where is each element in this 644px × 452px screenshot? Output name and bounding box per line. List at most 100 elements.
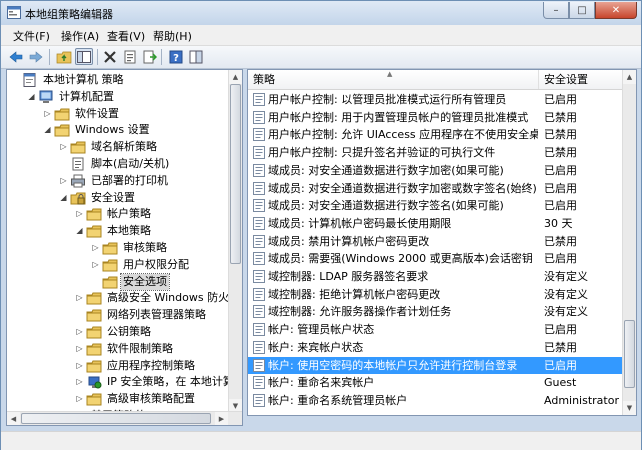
- expand-triangle-icon[interactable]: ▷: [75, 341, 84, 357]
- tree-node-label[interactable]: 审核策略: [121, 240, 169, 256]
- console-tree-pane[interactable]: 本地计算机 策略 ◢ 计算机配置 ▷ 软件设置 ◢ Windows 设置 ▷ 域名解析策略 脚本(…: [6, 69, 243, 426]
- expand-triangle-icon[interactable]: ▷: [75, 324, 84, 340]
- tree-scroll-thumb[interactable]: [230, 84, 241, 264]
- tree-node-label[interactable]: 用户权限分配: [121, 257, 191, 273]
- tree-node-label[interactable]: IP 安全策略，在 本地计算机: [105, 374, 242, 390]
- scroll-left-arrow-icon[interactable]: ◀: [7, 412, 20, 425]
- expand-triangle-icon[interactable]: ▷: [75, 374, 84, 390]
- tree-node-label[interactable]: 高级审核策略配置: [105, 391, 197, 407]
- tree-node[interactable]: ◢ Windows 设置: [43, 122, 152, 138]
- tree-node[interactable]: ▷ 帐户策略: [75, 206, 153, 222]
- expand-triangle-icon[interactable]: ▷: [91, 257, 100, 273]
- minimize-button[interactable]: –: [543, 2, 569, 19]
- policy-row[interactable]: 域控制器: 允许服务器操作者计划任务 没有定义: [248, 303, 624, 320]
- tree-node[interactable]: ◢ 安全设置: [59, 190, 137, 206]
- tree-horizontal-scrollbar[interactable]: ◀ ▶: [7, 411, 242, 425]
- tree-node[interactable]: 安全选项: [91, 272, 170, 291]
- tree-node[interactable]: ▷ 软件设置: [43, 106, 121, 122]
- collapse-triangle-icon[interactable]: ◢: [27, 89, 36, 105]
- policy-row[interactable]: 用户帐户控制: 用于内置管理员帐户的管理员批准模式 已禁用: [248, 109, 624, 126]
- tree-node[interactable]: 本地计算机 策略: [11, 72, 126, 88]
- back-arrow-icon[interactable]: [7, 48, 25, 65]
- tree-node[interactable]: 脚本(启动/关机): [59, 156, 171, 172]
- menu-action[interactable]: 操作(A): [61, 28, 99, 44]
- properties-icon[interactable]: [121, 48, 139, 65]
- up-folder-icon[interactable]: [55, 48, 73, 65]
- tree-node[interactable]: ▷ IP 安全策略，在 本地计算机: [75, 374, 242, 390]
- scroll-up-arrow-icon[interactable]: ▲: [229, 70, 242, 84]
- show-hide-icon[interactable]: [187, 48, 205, 65]
- policy-row[interactable]: 域成员: 对安全通道数据进行数字签名(如果可能) 已启用: [248, 197, 624, 214]
- policy-row[interactable]: 用户帐户控制: 允许 UIAccess 应用程序在不使用安全桌面... 已禁用: [248, 126, 624, 143]
- close-button[interactable]: ✕: [595, 2, 637, 19]
- tree-node[interactable]: ▷ 审核策略: [91, 240, 169, 256]
- tree-node-label[interactable]: 高级安全 Windows 防火墙: [105, 290, 242, 306]
- expand-triangle-icon[interactable]: ▷: [75, 206, 84, 222]
- collapse-triangle-icon[interactable]: ◢: [43, 122, 52, 138]
- tree-node-label[interactable]: 网络列表管理器策略: [105, 307, 208, 323]
- tree-node-label[interactable]: 本地计算机 策略: [41, 72, 126, 88]
- column-header-policy[interactable]: 策略: [248, 70, 539, 89]
- policy-row[interactable]: 域成员: 需要强(Windows 2000 或更高版本)会话密钥 已启用: [248, 250, 624, 267]
- tree-node-label[interactable]: 帐户策略: [105, 206, 153, 222]
- collapse-triangle-icon[interactable]: ◢: [59, 190, 68, 206]
- expand-triangle-icon[interactable]: ▷: [91, 240, 100, 256]
- policy-row[interactable]: 域控制器: LDAP 服务器签名要求 没有定义: [248, 268, 624, 285]
- expand-triangle-icon[interactable]: ▷: [43, 106, 52, 122]
- policy-row[interactable]: 帐户: 使用空密码的本地帐户只允许进行控制台登录 已启用: [248, 356, 624, 374]
- forward-arrow-icon[interactable]: [27, 48, 45, 65]
- delete-icon[interactable]: [101, 48, 119, 65]
- expand-triangle-icon[interactable]: ▷: [59, 173, 68, 189]
- tree-node[interactable]: ▷ 高级安全 Windows 防火墙: [75, 290, 242, 306]
- policy-row[interactable]: 域控制器: 拒绝计算机帐户密码更改 没有定义: [248, 286, 624, 303]
- tree-node-label[interactable]: 应用程序控制策略: [105, 358, 197, 374]
- tree-node-label[interactable]: 已部署的打印机: [89, 173, 170, 189]
- tree-node-label[interactable]: 公钥策略: [105, 324, 153, 340]
- policy-row[interactable]: 域成员: 对安全通道数据进行数字加密(如果可能) 已启用: [248, 162, 624, 179]
- list-scroll-down-arrow-icon[interactable]: ▼: [623, 401, 636, 415]
- policy-row[interactable]: 域成员: 对安全通道数据进行数字加密或数字签名(始终) 已启用: [248, 180, 624, 197]
- expand-triangle-icon[interactable]: ▷: [59, 139, 68, 155]
- policy-row[interactable]: 用户帐户控制: 以管理员批准模式运行所有管理员 已启用: [248, 91, 624, 108]
- column-header-setting[interactable]: 安全设置: [539, 70, 624, 89]
- collapse-triangle-icon[interactable]: ◢: [75, 223, 84, 239]
- help-icon[interactable]: ?: [167, 48, 185, 65]
- tree-node[interactable]: ▷ 软件限制策略: [75, 341, 175, 357]
- tree-node-label[interactable]: 本地策略: [105, 223, 153, 239]
- tree-node-label[interactable]: 安全设置: [89, 190, 137, 206]
- export-icon[interactable]: [141, 48, 159, 65]
- tree-node[interactable]: ▷ 应用程序控制策略: [75, 358, 197, 374]
- tree-node[interactable]: ▷ 公钥策略: [75, 324, 153, 340]
- menu-view[interactable]: 查看(V): [107, 28, 145, 44]
- tree-node-label[interactable]: 域名解析策略: [89, 139, 159, 155]
- policy-row[interactable]: 帐户: 重命名系统管理员帐户 Administrator: [248, 392, 624, 409]
- tree-node[interactable]: ◢ 本地策略: [75, 223, 153, 239]
- scroll-right-arrow-icon[interactable]: ▶: [215, 412, 228, 425]
- policy-row[interactable]: 帐户: 重命名来宾帐户 Guest: [248, 374, 624, 391]
- policy-row[interactable]: 域成员: 禁用计算机帐户密码更改 已禁用: [248, 233, 624, 250]
- tree-node[interactable]: ▷ 域名解析策略: [59, 139, 159, 155]
- policy-row[interactable]: 域成员: 计算机帐户密码最长使用期限 30 天: [248, 215, 624, 232]
- tree-vertical-scrollbar[interactable]: ▲ ▼: [228, 70, 242, 413]
- expand-triangle-icon[interactable]: ▷: [75, 391, 84, 407]
- tree-node[interactable]: ▷ 已部署的打印机: [59, 173, 170, 189]
- menu-file[interactable]: 文件(F): [13, 28, 50, 44]
- expand-triangle-icon[interactable]: ▷: [75, 358, 84, 374]
- tree-node-label[interactable]: 计算机配置: [57, 89, 116, 105]
- title-bar[interactable]: 本地组策略编辑器 – □ ✕: [1, 1, 641, 25]
- list-vertical-scrollbar[interactable]: ▲ ▼: [622, 70, 636, 415]
- tree-node[interactable]: ▷ 高级审核策略配置: [75, 391, 197, 407]
- tree-node-label[interactable]: 软件设置: [73, 106, 121, 122]
- list-scroll-up-arrow-icon[interactable]: ▲: [623, 70, 636, 84]
- console-tree-icon[interactable]: [75, 48, 93, 65]
- tree-node[interactable]: ◢ 计算机配置: [27, 89, 116, 105]
- policy-row[interactable]: 帐户: 来宾帐户状态 已禁用: [248, 339, 624, 356]
- tree-hscroll-thumb[interactable]: [21, 413, 211, 424]
- policy-row[interactable]: 用户帐户控制: 只提升签名并验证的可执行文件 已禁用: [248, 144, 624, 161]
- policy-list-pane[interactable]: 策略 ▲ 安全设置 用户帐户控制: 以管理员批准模式运行所有管理员 已启用 用户帐户…: [247, 69, 637, 416]
- tree-node[interactable]: ▷ 用户权限分配: [91, 257, 191, 273]
- expand-triangle-icon[interactable]: ▷: [75, 290, 84, 306]
- list-scroll-thumb[interactable]: [624, 320, 635, 388]
- tree-node-label[interactable]: 安全选项: [120, 272, 170, 291]
- tree-node-label[interactable]: 脚本(启动/关机): [89, 156, 171, 172]
